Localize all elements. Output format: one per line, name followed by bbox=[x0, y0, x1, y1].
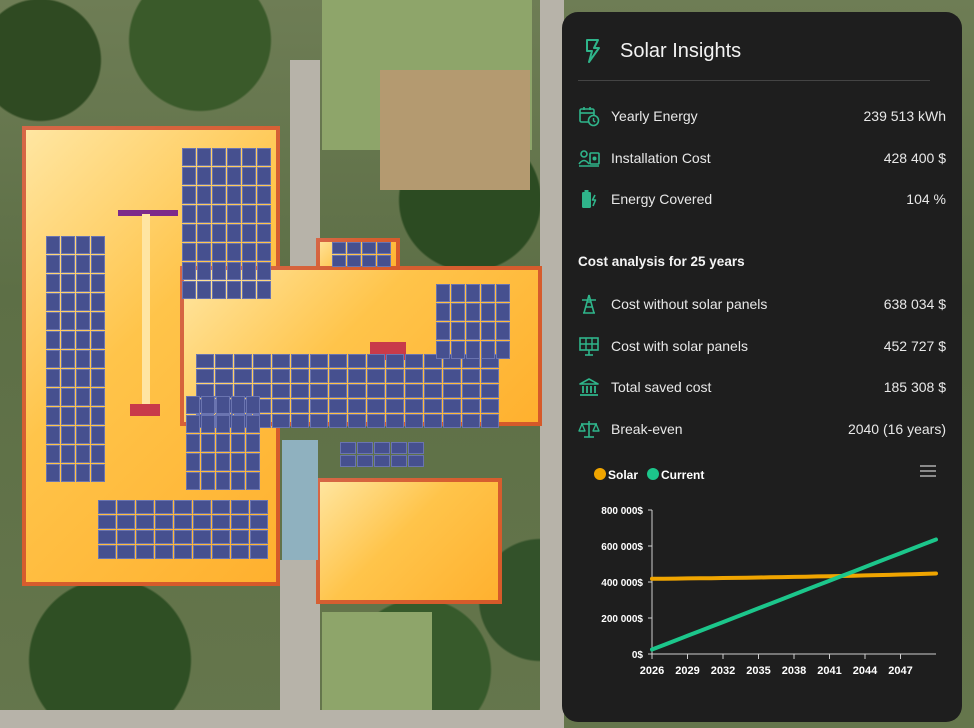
solar-panel-group bbox=[46, 236, 105, 482]
x-tick-label: 2047 bbox=[888, 665, 912, 677]
break-even-row: Break-even 2040 (16 years) bbox=[578, 417, 946, 441]
roof-vent bbox=[130, 404, 160, 416]
skylight bbox=[282, 440, 318, 560]
row-label: Energy Covered bbox=[611, 191, 713, 207]
row-value: 104 % bbox=[906, 191, 946, 207]
legend-current-swatch[interactable] bbox=[647, 468, 659, 480]
row-value: 239 513 kWh bbox=[863, 108, 947, 124]
power-tower-icon bbox=[582, 294, 596, 314]
x-tick-label: 2035 bbox=[746, 665, 770, 677]
sidewalk bbox=[0, 710, 540, 728]
legend-current-label[interactable]: Current bbox=[661, 468, 704, 482]
row-label: Yearly Energy bbox=[611, 108, 698, 124]
series-line-current bbox=[650, 537, 938, 652]
chart-menu-button[interactable] bbox=[920, 465, 936, 477]
solar-panel-icon bbox=[579, 337, 599, 356]
x-tick-label: 2038 bbox=[782, 665, 806, 677]
x-tick-label: 2041 bbox=[817, 665, 841, 677]
row-label: Total saved cost bbox=[611, 379, 712, 395]
legend-solar-label[interactable]: Solar bbox=[608, 468, 638, 482]
row-value: 428 400 $ bbox=[883, 150, 946, 166]
row-label: Cost without solar panels bbox=[611, 296, 768, 312]
installation-cost-icon bbox=[578, 150, 600, 167]
installation-cost-row: Installation Cost 428 400 $ bbox=[578, 146, 946, 170]
cost-without-solar-row: Cost without solar panels 638 034 $ bbox=[578, 292, 946, 316]
row-label: Installation Cost bbox=[611, 150, 711, 166]
cost-chart: 0$ 200 000$ 400 000$ 600 000$ 800 000$ 2026 20… bbox=[601, 506, 938, 677]
legend-solar-swatch[interactable] bbox=[594, 468, 606, 480]
row-label: Cost with solar panels bbox=[611, 338, 748, 354]
solar-panel-group bbox=[98, 500, 268, 559]
solar-insights-panel: Solar Insights Yearly Energy 239 513 kWh… bbox=[562, 12, 962, 722]
street bbox=[540, 0, 564, 728]
yearly-energy-row: Yearly Energy 239 513 kWh bbox=[578, 104, 946, 128]
row-label: Break-even bbox=[611, 421, 683, 437]
scale-balance-icon bbox=[578, 421, 600, 438]
x-tick-label: 2044 bbox=[853, 665, 878, 677]
roof-segment-south bbox=[316, 478, 502, 604]
bank-icon bbox=[579, 378, 599, 396]
battery-charging-icon bbox=[582, 190, 597, 208]
total-saved-row: Total saved cost 185 308 $ bbox=[578, 375, 946, 399]
x-tick-label: 2026 bbox=[640, 665, 664, 677]
solar-panel-group bbox=[186, 396, 260, 490]
roof-ridge bbox=[142, 214, 150, 414]
walkway bbox=[280, 560, 320, 728]
solar-panel-group bbox=[332, 242, 391, 267]
solar-panel-group bbox=[436, 284, 510, 359]
x-tick-label: 2029 bbox=[675, 665, 699, 677]
solar-panel-group bbox=[340, 442, 424, 467]
panel-header: Solar Insights bbox=[562, 12, 962, 82]
section-title: Cost analysis for 25 years bbox=[578, 254, 745, 269]
dirt-patch bbox=[380, 70, 530, 190]
cost-with-solar-row: Cost with solar panels 452 727 $ bbox=[578, 334, 946, 358]
series-line-solar bbox=[650, 571, 938, 581]
panel-title: Solar Insights bbox=[620, 40, 742, 62]
divider bbox=[578, 80, 930, 81]
row-value: 638 034 $ bbox=[883, 296, 946, 312]
y-tick-label: 600 000$ bbox=[601, 542, 643, 553]
solar-panel-group bbox=[182, 148, 271, 299]
energy-covered-row: Energy Covered 104 % bbox=[578, 187, 946, 211]
row-value: 2040 (16 years) bbox=[847, 421, 946, 437]
row-value: 452 727 $ bbox=[883, 338, 946, 354]
row-value: 185 308 $ bbox=[883, 379, 946, 395]
y-tick-label: 0$ bbox=[632, 650, 644, 661]
y-tick-label: 400 000$ bbox=[601, 578, 643, 589]
calendar-clock-icon bbox=[579, 107, 600, 127]
y-tick-label: 200 000$ bbox=[601, 614, 643, 625]
lightning-bolt-icon bbox=[586, 39, 600, 63]
y-tick-label: 800 000$ bbox=[601, 506, 643, 517]
x-tick-label: 2032 bbox=[711, 665, 735, 677]
